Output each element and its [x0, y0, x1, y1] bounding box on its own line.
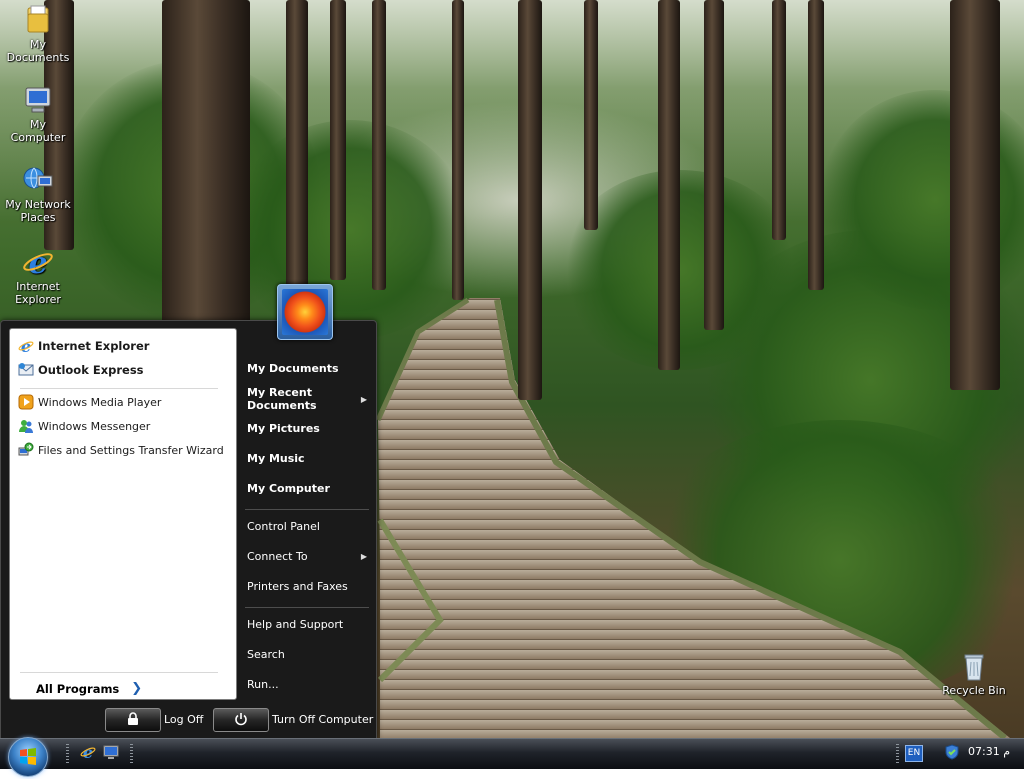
rp-label: My Computer — [247, 482, 330, 495]
recent-label: Windows Messenger — [38, 419, 151, 433]
rp-run[interactable]: Run... — [247, 678, 369, 691]
rp-printers-faxes[interactable]: Printers and Faxes — [247, 580, 369, 593]
right-pane-separator — [245, 509, 369, 510]
pinned-label: Outlook Express — [38, 363, 144, 377]
all-programs-separator — [20, 672, 218, 673]
rp-my-pictures[interactable]: My Pictures — [247, 422, 369, 435]
turn-off-label[interactable]: Turn Off Computer — [272, 713, 373, 726]
tree-trunk — [584, 0, 598, 230]
all-programs-label: All Programs — [36, 681, 120, 696]
taskbar-grip[interactable] — [130, 744, 133, 764]
rp-my-music[interactable]: My Music — [247, 452, 369, 465]
tree-trunk — [704, 0, 724, 330]
desktop-icon-my-network-places[interactable]: My Network Places — [2, 164, 74, 224]
turn-off-button[interactable] — [213, 708, 269, 732]
tree-trunk — [452, 0, 464, 300]
rp-control-panel[interactable]: Control Panel — [247, 520, 369, 533]
recycle-bin-icon — [958, 650, 990, 682]
right-pane-separator — [245, 607, 369, 608]
desktop-icon-recycle-bin[interactable]: Recycle Bin — [938, 650, 1010, 697]
taskbar-grip[interactable] — [66, 744, 69, 764]
rp-label: Run... — [247, 678, 279, 691]
rp-connect-to[interactable]: Connect To ▶ — [247, 550, 369, 563]
rp-label: My Documents — [247, 362, 339, 375]
security-shield-icon[interactable] — [944, 744, 960, 760]
quicklaunch-show-desktop-icon[interactable] — [103, 744, 119, 760]
svg-text:e: e — [21, 338, 31, 354]
internet-explorer-icon: e — [18, 337, 34, 356]
pinned-internet-explorer[interactable]: e Internet Explorer — [18, 335, 149, 357]
rp-label: Search — [247, 648, 285, 661]
folder-icon — [22, 4, 54, 36]
desktop-icon-label: Recycle Bin — [942, 684, 1006, 697]
recent-label: Files and Settings Transfer Wizard — [38, 443, 224, 457]
rp-label: My Pictures — [247, 422, 320, 435]
windows-logo-icon — [20, 748, 36, 765]
desktop-icon-my-documents[interactable]: My Documents — [2, 4, 74, 64]
rp-label: My Recent Documents — [247, 386, 317, 412]
flower-icon — [282, 289, 328, 335]
log-off-button[interactable] — [105, 708, 161, 732]
system-clock[interactable]: 07:31 م — [968, 745, 1010, 758]
tray-grip[interactable] — [896, 744, 899, 764]
tree-trunk — [162, 0, 250, 330]
submenu-arrow-icon: ▶ — [360, 552, 367, 561]
tree-trunk — [518, 0, 542, 400]
desktop-icon-my-computer[interactable]: My Computer — [2, 84, 74, 144]
rp-my-computer[interactable]: My Computer — [247, 482, 369, 495]
user-picture[interactable] — [277, 284, 333, 340]
language-indicator[interactable]: EN — [905, 745, 923, 762]
network-places-icon — [22, 164, 54, 196]
desktop-icon-label: My Network Places — [5, 198, 71, 224]
all-programs-button[interactable]: All Programs ❯ — [36, 681, 142, 696]
start-button[interactable] — [8, 737, 48, 777]
desktop-icon-label: My Computer — [10, 118, 66, 144]
power-icon — [234, 712, 248, 729]
transfer-wizard-icon — [18, 442, 34, 458]
pinned-outlook-express[interactable]: Outlook Express — [18, 359, 144, 381]
internet-explorer-icon: e — [22, 246, 54, 281]
tree-trunk — [950, 0, 1000, 390]
recent-windows-messenger[interactable]: Windows Messenger — [18, 415, 150, 437]
log-off-label[interactable]: Log Off — [164, 713, 203, 726]
svg-text:e: e — [28, 246, 47, 278]
start-menu: e Internet Explorer Outlook Express Wind… — [0, 320, 377, 740]
tree-trunk — [330, 0, 346, 280]
computer-icon — [22, 84, 54, 116]
svg-text:e: e — [83, 744, 93, 760]
recent-label: Windows Media Player — [38, 395, 162, 409]
tree-trunk — [658, 0, 680, 370]
pinned-label: Internet Explorer — [38, 339, 150, 353]
desktop-icon-label: Internet Explorer — [15, 280, 61, 306]
taskbar — [0, 738, 1024, 769]
rp-help-support[interactable]: Help and Support — [247, 618, 369, 631]
rp-label: Connect To — [247, 550, 308, 563]
desktop-icon-internet-explorer[interactable]: e Internet Explorer — [2, 246, 74, 306]
rp-label: Control Panel — [247, 520, 320, 533]
start-menu-right-pane: My Documents My Recent Documents ▶ My Pic… — [237, 341, 373, 701]
start-menu-footer: Log Off Turn Off Computer — [1, 701, 376, 739]
recent-files-transfer-wizard[interactable]: Files and Settings Transfer Wizard — [18, 439, 224, 461]
rp-label: Printers and Faxes — [247, 580, 348, 593]
outlook-express-icon — [18, 362, 34, 378]
rp-search[interactable]: Search — [247, 648, 369, 661]
recent-windows-media-player[interactable]: Windows Media Player — [18, 391, 161, 413]
messenger-icon — [18, 418, 34, 434]
tree-trunk — [372, 0, 386, 290]
rp-my-recent-documents[interactable]: My Recent Documents ▶ — [247, 386, 369, 412]
tree-trunk — [286, 0, 308, 290]
media-player-icon — [18, 394, 34, 410]
tree-trunk — [808, 0, 824, 290]
tree-trunk — [772, 0, 786, 240]
lock-icon — [126, 711, 140, 729]
quicklaunch-internet-explorer-icon[interactable]: e — [80, 743, 96, 762]
rp-label: Help and Support — [247, 618, 344, 631]
pinned-separator — [20, 388, 218, 389]
rp-my-documents[interactable]: My Documents — [247, 362, 369, 375]
rp-label: My Music — [247, 452, 305, 465]
start-menu-left-pane: e Internet Explorer Outlook Express Wind… — [9, 328, 237, 700]
desktop-icon-label: My Documents — [6, 38, 70, 64]
chevron-right-icon: ❯ — [131, 681, 143, 696]
submenu-arrow-icon: ▶ — [360, 394, 367, 404]
